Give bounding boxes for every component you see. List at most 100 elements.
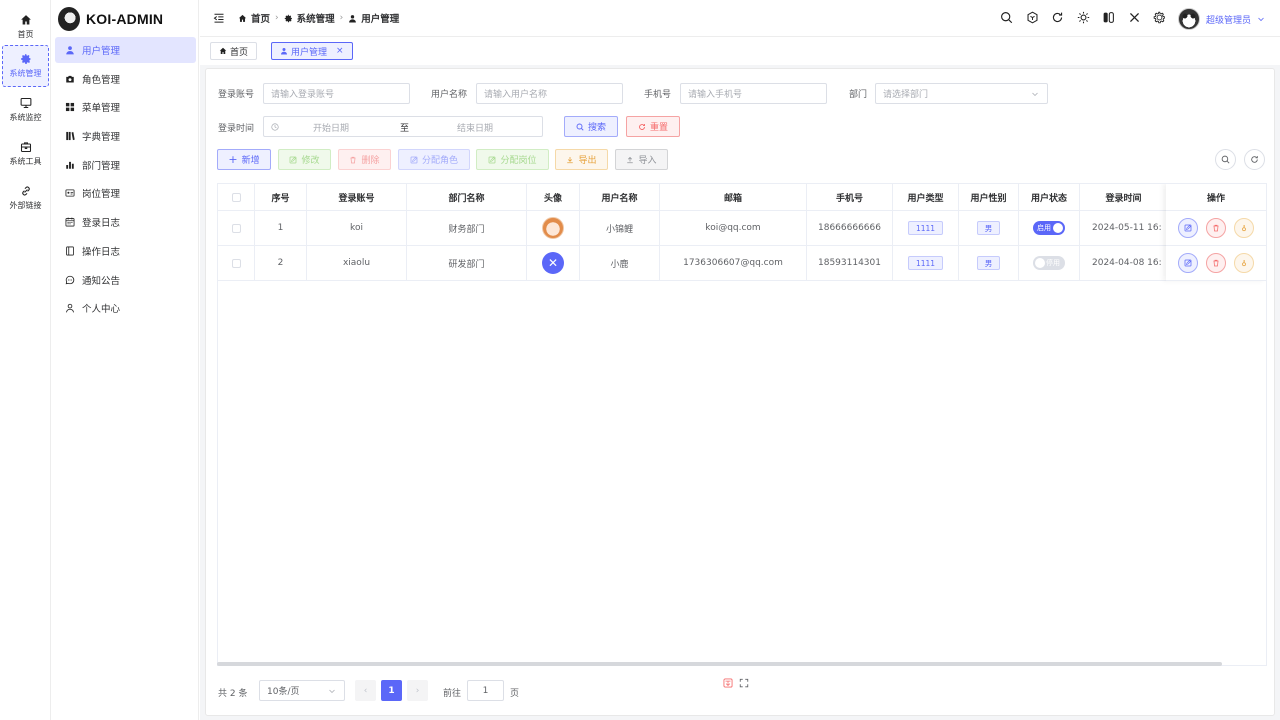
home-icon [20, 15, 31, 25]
gear-icon [284, 14, 292, 22]
column-header: 邮箱 [660, 184, 807, 210]
table-horizontal-scrollbar[interactable] [217, 662, 1222, 666]
column-header: 登录时间 [1080, 184, 1168, 210]
book-icon [66, 132, 75, 141]
key-icon [1242, 260, 1246, 267]
row-delete-button[interactable] [1206, 218, 1226, 238]
menu-item-user-management[interactable]: 用户管理 [55, 37, 196, 63]
search-button[interactable]: 搜索 [564, 116, 618, 137]
clock-icon [271, 123, 279, 131]
content-panel: 登录账号 请输入登录账号 用户名称 请输入用户名称 手机号 请输入手机号 部门 … [205, 68, 1275, 716]
button-label: 分配岗位 [500, 156, 537, 166]
breadcrumb-label: 首页 [251, 14, 271, 25]
breadcrumb-users: 用户管理 [348, 11, 399, 25]
add-button[interactable]: + 新增 [217, 149, 271, 170]
input-placeholder: 请输入用户名称 [484, 90, 548, 100]
menu-item-label: 字典管理 [82, 132, 121, 144]
row-reset-password-button[interactable] [1234, 253, 1254, 273]
rail-item-tools[interactable]: 系统工具 [2, 133, 49, 175]
message-icon [65, 275, 75, 284]
cell-email: koi@qq.com [660, 211, 807, 245]
rail-item-system[interactable]: 系统管理 [2, 45, 49, 87]
menu-item-menu-management[interactable]: 菜单管理 [55, 94, 196, 120]
status-switch[interactable]: 启用 [1033, 221, 1065, 235]
user-menu[interactable]: 超级管理员 [1178, 8, 1265, 30]
user-avatar[interactable] [542, 217, 564, 239]
rail-item-label: 系统监控 [9, 113, 42, 122]
row-checkbox[interactable] [231, 258, 241, 268]
table-row: 1 koi 财务部门 小锦鲤 koi@qq.com 18666666666 11… [218, 211, 1266, 246]
prev-page-button[interactable]: ‹ [355, 680, 376, 701]
notebook-icon [66, 246, 74, 256]
breadcrumb-home[interactable]: 首页 [238, 11, 270, 25]
brand-logo[interactable]: KOI-ADMIN [58, 6, 163, 32]
menu-item-dept-management[interactable]: 部门管理 [55, 152, 196, 178]
import-button[interactable]: 导入 [615, 149, 668, 170]
row-checkbox[interactable] [231, 223, 241, 233]
main-content: 登录账号 请输入登录账号 用户名称 请输入用户名称 手机号 请输入手机号 部门 … [200, 65, 1280, 720]
cell-dept: 财务部门 [407, 211, 527, 245]
user-avatar[interactable]: ✕ [542, 252, 564, 274]
gender-tag: 男 [976, 221, 1001, 235]
settings-icon[interactable] [1153, 11, 1166, 24]
goto-page-input[interactable]: 1 [467, 680, 504, 701]
close-icon[interactable] [1128, 11, 1141, 24]
input-placeholder: 请选择部门 [883, 90, 929, 100]
menu-item-login-log[interactable]: 登录日志 [55, 209, 196, 235]
menu-item-operation-log[interactable]: 操作日志 [55, 238, 196, 264]
login-account-input[interactable]: 请输入登录账号 [263, 83, 410, 104]
menu-item-notice[interactable]: 通知公告 [55, 267, 196, 293]
cube-icon[interactable] [1026, 11, 1039, 24]
user-name-input[interactable]: 请输入用户名称 [476, 83, 623, 104]
login-time-range[interactable]: 开始日期 至 结束日期 [263, 116, 543, 137]
fullscreen-icon[interactable] [739, 678, 749, 688]
delete-button[interactable]: 删除 [338, 149, 391, 170]
page-number-button[interactable]: 1 [381, 680, 402, 701]
sun-icon[interactable] [1077, 11, 1090, 24]
tab-close-icon[interactable]: × [336, 46, 344, 56]
search-icon[interactable] [1000, 11, 1013, 24]
dept-select[interactable]: 请选择部门 [875, 83, 1048, 104]
phone-input[interactable]: 请输入手机号 [680, 83, 827, 104]
assign-post-button[interactable]: 分配岗位 [476, 149, 549, 170]
grid-icon [65, 103, 75, 112]
row-reset-password-button[interactable] [1234, 218, 1254, 238]
switch-icon[interactable] [1102, 11, 1115, 24]
status-switch[interactable]: 停用 [1033, 256, 1065, 270]
rail-item-home[interactable]: 首页 [2, 6, 49, 48]
menu-item-dict-management[interactable]: 字典管理 [55, 123, 196, 149]
menu-item-post-management[interactable]: 岗位管理 [55, 180, 196, 206]
page-size-select[interactable]: 10条/页 [259, 680, 345, 701]
refresh-table-button[interactable] [1244, 149, 1265, 170]
toggle-search-button[interactable] [1215, 149, 1236, 170]
breadcrumb-label: 系统管理 [296, 14, 335, 25]
export-button[interactable]: 导出 [555, 149, 608, 170]
row-actions [1166, 246, 1266, 281]
header-checkbox-cell [218, 184, 255, 210]
reset-button[interactable]: 重置 [626, 116, 680, 137]
row-delete-button[interactable] [1206, 253, 1226, 273]
collapse-menu-icon[interactable] [213, 12, 225, 24]
tab-user-management[interactable]: 用户管理 × [271, 42, 353, 60]
menu-item-role-management[interactable]: 角色管理 [55, 66, 196, 92]
edit-button[interactable]: 修改 [278, 149, 331, 170]
assign-role-button[interactable]: 分配角色 [398, 149, 470, 170]
translate-icon[interactable] [723, 678, 733, 688]
menu-item-label: 操作日志 [82, 246, 121, 258]
breadcrumb-system[interactable]: 系统管理 [284, 11, 335, 25]
row-edit-button[interactable] [1178, 253, 1198, 273]
menu-item-profile[interactable]: 个人中心 [55, 295, 196, 321]
tab-home[interactable]: 首页 [210, 42, 258, 60]
select-all-checkbox[interactable] [231, 192, 241, 202]
switch-label: 启用 [1037, 224, 1051, 232]
cell-gender: 男 [959, 246, 1019, 280]
range-start-placeholder: 开始日期 [313, 124, 350, 134]
cell-phone: 18666666666 [807, 211, 893, 245]
rail-item-monitor[interactable]: 系统监控 [2, 89, 49, 131]
cell-status: 启用 [1019, 211, 1080, 245]
next-page-button[interactable]: › [407, 680, 428, 701]
rail-item-links[interactable]: 外部链接 [2, 177, 49, 219]
refresh-icon[interactable] [1051, 11, 1064, 24]
cell-name: 小锦鲤 [580, 211, 660, 245]
row-edit-button[interactable] [1178, 218, 1198, 238]
